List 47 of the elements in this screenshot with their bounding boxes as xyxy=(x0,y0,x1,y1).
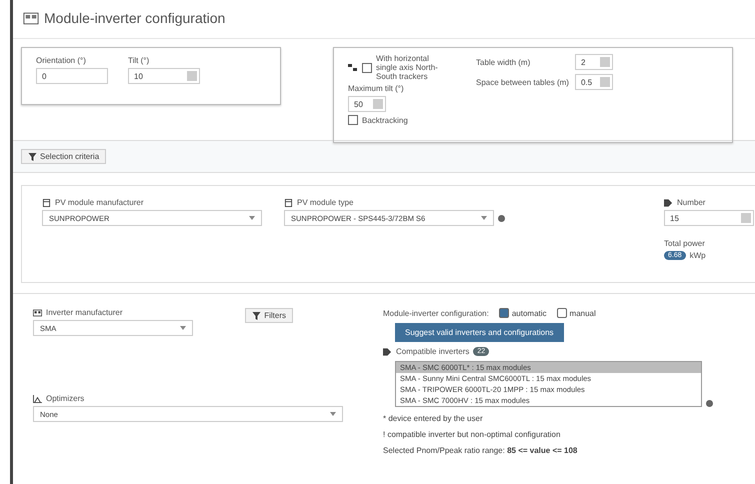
checkbox-label: Backtracking xyxy=(362,116,408,124)
field-label: Tilt (°) xyxy=(128,56,150,65)
caret-icon xyxy=(330,412,336,416)
filter-icon xyxy=(28,152,37,160)
note-text: Selected Pnom/Ppeak ratio range: 85 <= value <= 108 xyxy=(383,446,578,455)
caret-icon xyxy=(180,326,186,330)
unit-label: kWp xyxy=(690,251,706,260)
note-text: ! compatible inverter but non-optimal configuration xyxy=(383,430,562,439)
chart-icon xyxy=(33,394,42,402)
filter-icon xyxy=(252,312,262,320)
inverter-icon xyxy=(33,308,42,316)
tracker-checkbox[interactable] xyxy=(362,62,372,72)
field-label: PV module type xyxy=(297,198,354,207)
number-field[interactable]: 15 xyxy=(664,210,754,226)
field-label: Table width (m) xyxy=(476,58,532,66)
field-label: Compatible inverters xyxy=(396,347,470,356)
tracker-icon xyxy=(348,62,358,72)
field-label: Optimizers xyxy=(46,394,84,403)
table-width-field[interactable]: 2 xyxy=(574,54,613,70)
caret-icon xyxy=(249,216,255,220)
field-label: Space between tables (m) xyxy=(476,78,569,86)
field-label: Number xyxy=(677,198,706,207)
field-label: Total power xyxy=(664,239,706,248)
module-icon xyxy=(284,198,293,206)
field-label: Inverter manufacturer xyxy=(46,308,122,317)
module-icon xyxy=(42,198,51,206)
mode-radio[interactable]: automatic xyxy=(498,308,547,318)
caret-icon xyxy=(481,216,487,220)
checkbox-label: With horizontal single axis North-South trackers xyxy=(376,54,439,81)
field-label: Module-inverter configuration: xyxy=(383,308,489,318)
window-title: Module-inverter configuration xyxy=(44,10,226,26)
filters-button[interactable]: Filters xyxy=(245,308,293,323)
mode-radio[interactable]: manual xyxy=(556,308,596,318)
orientation-field[interactable]: 0 xyxy=(36,68,108,84)
tilt-field[interactable]: 10 xyxy=(128,68,200,84)
selection-criteria-button[interactable]: Selection criteria xyxy=(21,149,106,164)
tag-icon xyxy=(383,348,392,356)
field-label: PV module manufacturer xyxy=(55,198,144,207)
panel-icon xyxy=(23,12,39,24)
max-tilt-field[interactable]: 50 xyxy=(348,96,386,112)
field-label: Orientation (°) xyxy=(36,56,87,65)
space-field[interactable]: 0.5 xyxy=(574,74,613,90)
suggest-button[interactable]: Suggest valid inverters and configurations xyxy=(395,323,564,342)
backtracking-checkbox[interactable] xyxy=(348,115,358,125)
note-text: * device entered by the user xyxy=(383,414,484,423)
field-label: Maximum tilt (°) xyxy=(348,84,405,93)
tag-icon xyxy=(664,198,673,206)
